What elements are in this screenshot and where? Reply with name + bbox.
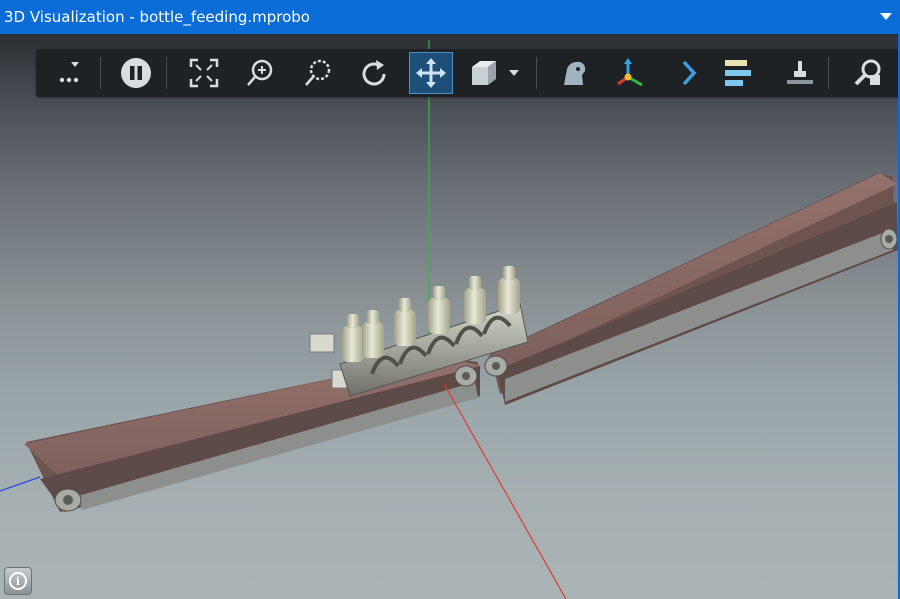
robot-head-icon[interactable] [556, 55, 592, 91]
3d-viewport[interactable]: i [0, 34, 900, 599]
window-title: 3D Visualization - bottle_feeding.mprobo [4, 8, 310, 26]
chevron-down-icon[interactable] [880, 13, 892, 20]
dropdown-arrow-icon[interactable] [504, 55, 524, 91]
rotate-icon[interactable] [356, 55, 392, 91]
x-axis-line [443, 383, 567, 599]
info-button[interactable]: i [4, 567, 32, 595]
viewport-toolbar [36, 49, 900, 97]
bottle[interactable] [464, 276, 486, 324]
title-bar: 3D Visualization - bottle_feeding.mprobo [0, 0, 900, 34]
info-icon: i [9, 572, 27, 590]
conveyor-right[interactable] [484, 173, 898, 405]
bottle[interactable] [342, 314, 364, 362]
floor-icon[interactable] [782, 55, 818, 91]
bottle[interactable] [394, 298, 416, 346]
bottle[interactable] [428, 286, 450, 334]
zoom-in-icon[interactable] [242, 55, 278, 91]
align-bars-icon[interactable] [720, 55, 756, 91]
inspect-tool-icon[interactable] [850, 55, 886, 91]
axes-icon[interactable] [612, 55, 648, 91]
zoom-window-icon[interactable] [300, 55, 336, 91]
toolbar-separator [166, 57, 167, 89]
bottle[interactable] [498, 266, 520, 314]
move-icon[interactable] [409, 52, 453, 94]
fit-view-icon[interactable] [186, 55, 222, 91]
more-dots-icon[interactable] [52, 55, 88, 91]
cube-icon[interactable] [466, 55, 502, 91]
chevron-right-icon[interactable] [670, 55, 706, 91]
scene-canvas[interactable] [0, 34, 900, 599]
pause-icon[interactable] [118, 55, 154, 91]
toolbar-separator [100, 57, 101, 89]
visualization-window: 3D Visualization - bottle_feeding.mprobo [0, 0, 900, 599]
conveyor-left[interactable] [24, 356, 482, 512]
bottle[interactable] [362, 310, 384, 358]
z-axis-line [0, 476, 41, 492]
toolbar-separator [536, 57, 537, 89]
toolbar-separator [828, 57, 829, 89]
